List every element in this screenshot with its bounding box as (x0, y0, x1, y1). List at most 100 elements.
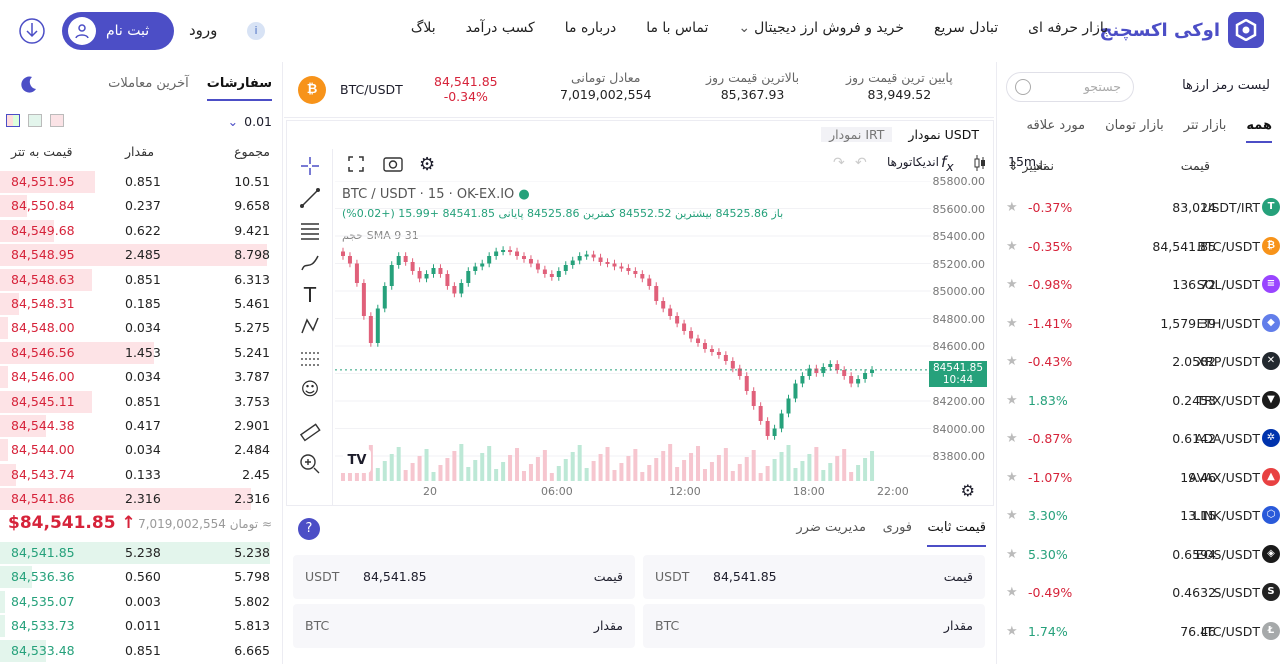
tab-usdt-chart[interactable]: نمودار USDT (908, 127, 979, 142)
star-icon[interactable]: ★ (1006, 316, 1018, 331)
info-icon[interactable]: i (247, 22, 265, 40)
bid-row[interactable]: 84,536.36 0.560 5.798 (0, 564, 282, 589)
help-icon[interactable]: ? (298, 518, 320, 540)
chart-gear-icon[interactable]: ⚙ (961, 481, 975, 500)
fx-icon[interactable]: fx (941, 153, 954, 174)
ask-row[interactable]: 84,548.00 0.034 5.275 (0, 315, 282, 340)
ask-row[interactable]: 84,545.11 0.851 3.753 (0, 389, 282, 413)
market-row[interactable]: ★ -0.37% 83,024 USDT/IRT T (998, 188, 1280, 226)
row-price: 84,551.95 (11, 174, 75, 189)
tradingview-logo-icon[interactable]: TV (343, 449, 371, 473)
login-link[interactable]: ورود (189, 21, 217, 39)
view-bids-icon[interactable] (28, 114, 42, 127)
precision-select[interactable]: ⌄ 0.01 (228, 114, 272, 129)
star-icon[interactable]: ★ (1006, 354, 1018, 369)
ask-row[interactable]: 84,548.31 0.185 5.461 (0, 291, 282, 315)
fullscreen-icon[interactable] (347, 155, 365, 177)
candles-area[interactable] (335, 181, 931, 481)
market-row[interactable]: ★ -1.07% 19.46 AVAX/USDT ▲ (998, 458, 1280, 496)
candle-body (772, 428, 777, 436)
crosshair-icon[interactable] (299, 155, 321, 177)
nav-quick-swap[interactable]: تبادل سریع (934, 20, 998, 36)
tab-all[interactable]: همه (1246, 118, 1272, 143)
ask-row[interactable]: 84,550.84 0.237 9.658 (0, 193, 282, 218)
register-button[interactable]: ثبت نام (62, 12, 174, 50)
ask-row[interactable]: 84,551.95 0.851 10.51 (0, 169, 282, 193)
view-asks-icon[interactable] (50, 114, 64, 127)
bid-row[interactable]: 84,535.07 0.003 5.802 (0, 589, 282, 613)
tab-favorites[interactable]: مورد علاقه (1027, 118, 1086, 143)
nav-buy-sell[interactable]: خرید و فروش ارز دیجیتال ⌄ (738, 20, 904, 36)
settings-icon[interactable]: ⚙ (419, 154, 435, 175)
bid-row[interactable]: 84,541.85 5.238 5.238 (0, 540, 282, 564)
camera-icon[interactable] (383, 154, 403, 176)
bid-row[interactable]: 84,533.48 0.851 6.665 (0, 638, 282, 662)
indicators-button[interactable]: اندیکاتورها (887, 155, 939, 169)
ask-row[interactable]: 84,544.38 0.417 2.901 (0, 413, 282, 437)
star-icon[interactable]: ★ (1006, 277, 1018, 292)
ask-row[interactable]: 84,548.95 2.485 8.798 (0, 242, 282, 267)
candle-type-icon[interactable] (973, 154, 987, 176)
sell-amount-field[interactable]: BTC مقدار (643, 604, 985, 648)
star-icon[interactable]: ★ (1006, 508, 1018, 523)
tab-orders[interactable]: سفارشات (206, 76, 272, 101)
pattern-icon[interactable] (299, 315, 321, 337)
nav-blog[interactable]: بلاگ (411, 20, 436, 36)
trendline-icon[interactable] (299, 187, 321, 209)
tab-limit[interactable]: قیمت ثابت (927, 520, 986, 547)
nav-about[interactable]: درباره ما (565, 20, 616, 36)
ask-row[interactable]: 84,544.00 0.034 2.484 (0, 437, 282, 462)
download-icon[interactable] (18, 17, 46, 49)
star-icon[interactable]: ★ (1006, 200, 1018, 215)
brush-icon[interactable] (299, 251, 321, 273)
undo-icon[interactable]: ↶ (855, 155, 867, 171)
star-icon[interactable]: ★ (1006, 239, 1018, 254)
market-search-input[interactable]: جستجو (1006, 72, 1134, 102)
market-row[interactable]: ★ 1.74% 76.46 LTC/USDT Ł (998, 612, 1280, 650)
buy-price-field[interactable]: USDT 84,541.85 قیمت (293, 555, 635, 599)
star-icon[interactable]: ★ (1006, 393, 1018, 408)
ask-row[interactable]: 84,543.74 0.133 2.45 (0, 462, 282, 486)
text-tool-icon[interactable]: T (299, 283, 321, 307)
star-icon[interactable]: ★ (1006, 624, 1018, 639)
tab-stop-loss[interactable]: مدیریت ضرر (796, 520, 866, 535)
tab-irt-chart[interactable]: نمودار IRT (821, 127, 893, 142)
nav-pro-market[interactable]: بازار حرفه ای (1028, 20, 1108, 36)
market-row[interactable]: ★ -0.49% 0.4632 S/USDT S (998, 573, 1280, 611)
ask-row[interactable]: 84,549.68 0.622 9.421 (0, 218, 282, 242)
sell-price-field[interactable]: USDT 84,541.85 قیمت (643, 555, 985, 599)
market-row[interactable]: ★ -0.35% 84,541.85 BTC/USDT ₿ (998, 227, 1280, 265)
tab-recent-trades[interactable]: آخرین معاملات (108, 76, 189, 101)
ask-row[interactable]: 84,546.00 0.034 3.787 (0, 364, 282, 389)
star-icon[interactable]: ★ (1006, 585, 1018, 600)
redo-icon[interactable]: ↷ (833, 155, 845, 171)
moon-icon[interactable] (18, 74, 38, 98)
zoom-in-icon[interactable] (299, 453, 321, 475)
market-row[interactable]: ★ -0.98% 136.72 SOL/USDT ≡ (998, 265, 1280, 303)
measure-icon[interactable] (299, 347, 321, 369)
ask-row[interactable]: 84,546.56 1.453 5.241 (0, 340, 282, 364)
star-icon[interactable]: ★ (1006, 547, 1018, 562)
nav-earn[interactable]: کسب درآمد (466, 20, 535, 36)
ask-row[interactable]: 84,548.63 0.851 6.313 (0, 267, 282, 291)
tab-toman-market[interactable]: بازار تومان (1105, 118, 1164, 143)
market-row[interactable]: ★ -1.41% 1,579.39 ETH/USDT ◆ (998, 304, 1280, 342)
tab-market[interactable]: فوری (883, 520, 912, 535)
ruler-icon[interactable] (299, 421, 321, 443)
star-icon[interactable]: ★ (1006, 431, 1018, 446)
buy-amount-field[interactable]: BTC مقدار (293, 604, 635, 648)
market-row[interactable]: ★ -0.43% 2.0582 XRP/USDT ✕ (998, 342, 1280, 380)
bid-row[interactable]: 84,533.73 0.011 5.813 (0, 613, 282, 638)
brand-logo[interactable]: اوکی اکسچنج (1099, 12, 1264, 48)
fib-icon[interactable] (299, 219, 321, 241)
market-row[interactable]: ★ 5.30% 0.6594 EOS/USDT ◈ (998, 535, 1280, 573)
view-both-icon[interactable] (6, 114, 20, 127)
ask-row[interactable]: 84,541.86 2.316 2.316 (0, 486, 282, 511)
emoji-icon[interactable]: ☺ (299, 379, 321, 401)
market-row[interactable]: ★ 1.83% 0.2453 TRX/USDT ▼ (998, 381, 1280, 419)
star-icon[interactable]: ★ (1006, 470, 1018, 485)
market-row[interactable]: ★ 3.30% 13.15 LINK/USDT ⬡ (998, 496, 1280, 534)
tab-usdt-market[interactable]: بازار تتر (1184, 118, 1227, 143)
nav-contact[interactable]: تماس با ما (646, 20, 708, 36)
market-row[interactable]: ★ -0.87% 0.6142 ADA/USDT ✲ (998, 419, 1280, 457)
